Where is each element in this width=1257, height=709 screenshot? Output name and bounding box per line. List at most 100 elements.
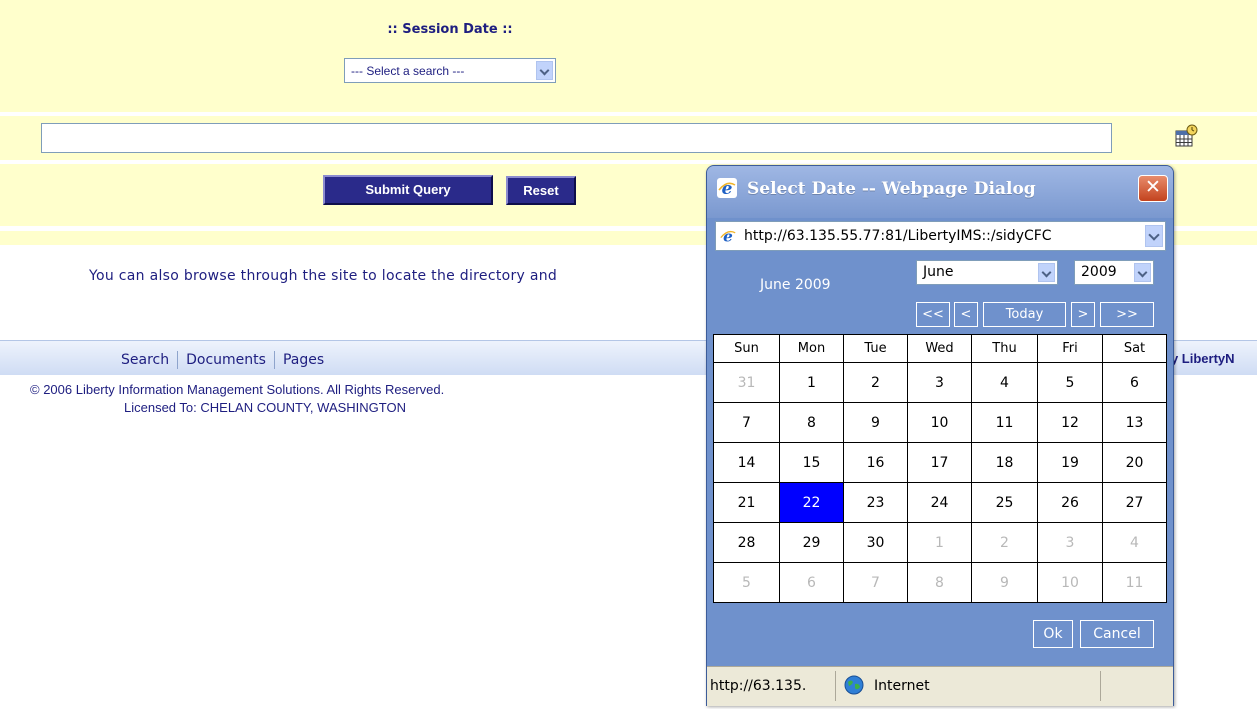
ok-button[interactable]: Ok [1033, 620, 1073, 648]
weekday-header: Fri [1037, 334, 1103, 363]
day-cell-other-month[interactable]: 4 [1102, 522, 1167, 563]
chevron-down-icon[interactable] [1038, 263, 1055, 282]
status-divider [1100, 671, 1101, 701]
select-date-dialog: e Select Date -- Webpage Dialog ✕ e http… [706, 165, 1174, 706]
next-month-button[interactable]: > [1071, 302, 1095, 327]
nav-link-pages[interactable]: Pages [283, 352, 324, 368]
reset-button[interactable]: Reset [506, 176, 576, 205]
close-button[interactable]: ✕ [1138, 175, 1168, 202]
svg-text:e: e [723, 228, 733, 244]
day-cell[interactable]: 19 [1037, 442, 1103, 483]
day-cell[interactable]: 29 [779, 522, 844, 563]
security-zone-text: Internet [874, 678, 930, 694]
nav-separator [177, 351, 179, 369]
week-row: 31 1 2 3 4 5 6 [713, 362, 1167, 403]
nav-link-documents[interactable]: Documents [186, 352, 266, 368]
calendar-grid: Sun Mon Tue Wed Thu Fri Sat 31 1 2 3 4 5… [713, 334, 1167, 603]
today-button[interactable]: Today [983, 302, 1066, 327]
day-cell-other-month[interactable]: 31 [713, 362, 780, 403]
nav-separator [273, 351, 275, 369]
day-cell-other-month[interactable]: 11 [1102, 562, 1167, 603]
day-cell-other-month[interactable]: 2 [971, 522, 1038, 563]
year-select[interactable]: 2009 [1074, 260, 1154, 285]
weekday-header: Sat [1102, 334, 1167, 363]
day-cell-selected[interactable]: 22 [779, 482, 844, 523]
day-cell-other-month[interactable]: 9 [971, 562, 1038, 603]
date-input[interactable] [41, 123, 1112, 153]
day-cell[interactable]: 23 [843, 482, 908, 523]
day-cell[interactable]: 21 [713, 482, 780, 523]
day-cell[interactable]: 17 [907, 442, 972, 483]
day-cell[interactable]: 11 [971, 402, 1038, 443]
address-text: http://63.135.55.77:81/LibertyIMS::/sidy… [744, 228, 1052, 244]
weekday-header: Wed [907, 334, 972, 363]
day-cell-other-month[interactable]: 1 [907, 522, 972, 563]
month-select-value: June [923, 264, 954, 280]
day-cell[interactable]: 30 [843, 522, 908, 563]
week-row: 7 8 9 10 11 12 13 [713, 402, 1167, 443]
nav-link-search[interactable]: Search [121, 352, 169, 368]
week-row: 21 22 23 24 25 26 27 [713, 482, 1167, 523]
day-cell[interactable]: 7 [713, 402, 780, 443]
session-date-title: :: Session Date :: [387, 22, 513, 37]
week-row: 14 15 16 17 18 19 20 [713, 442, 1167, 483]
address-bar[interactable]: e http://63.135.55.77:81/LibertyIMS::/si… [715, 221, 1166, 251]
day-cell[interactable]: 5 [1037, 362, 1103, 403]
day-cell[interactable]: 9 [843, 402, 908, 443]
day-cell[interactable]: 20 [1102, 442, 1167, 483]
day-cell[interactable]: 10 [907, 402, 972, 443]
day-cell-other-month[interactable]: 10 [1037, 562, 1103, 603]
weekday-header-row: Sun Mon Tue Wed Thu Fri Sat [713, 334, 1167, 363]
day-cell[interactable]: 4 [971, 362, 1038, 403]
search-panel [0, 0, 1257, 112]
day-cell[interactable]: 6 [1102, 362, 1167, 403]
day-cell[interactable]: 13 [1102, 402, 1167, 443]
nav-links: Search Documents Pages [121, 351, 324, 369]
day-cell-other-month[interactable]: 5 [713, 562, 780, 603]
day-cell-other-month[interactable]: 3 [1037, 522, 1103, 563]
globe-icon [844, 675, 864, 695]
calendar-grid-icon[interactable] [1175, 124, 1199, 148]
week-row: 5 6 7 8 9 10 11 [713, 562, 1167, 603]
copyright-text: © 2006 Liberty Information Management So… [30, 382, 445, 397]
day-cell[interactable]: 16 [843, 442, 908, 483]
month-year-label: June 2009 [760, 277, 831, 293]
day-cell[interactable]: 15 [779, 442, 844, 483]
day-cell[interactable]: 14 [713, 442, 780, 483]
day-cell[interactable]: 28 [713, 522, 780, 563]
month-select[interactable]: June [916, 260, 1058, 285]
licensed-text: Licensed To: CHELAN COUNTY, WASHINGTON [124, 400, 406, 415]
browse-text: You can also browse through the site to … [89, 268, 558, 284]
day-cell[interactable]: 25 [971, 482, 1038, 523]
weekday-header: Tue [843, 334, 908, 363]
day-cell[interactable]: 12 [1037, 402, 1103, 443]
svg-text:e: e [722, 179, 733, 198]
day-cell[interactable]: 24 [907, 482, 972, 523]
status-divider [835, 671, 836, 701]
prev-month-button[interactable]: < [954, 302, 978, 327]
day-cell[interactable]: 8 [779, 402, 844, 443]
day-cell-other-month[interactable]: 7 [843, 562, 908, 603]
day-cell-other-month[interactable]: 8 [907, 562, 972, 603]
day-cell-other-month[interactable]: 6 [779, 562, 844, 603]
ie-page-icon: e [720, 228, 736, 244]
dialog-titlebar[interactable]: e Select Date -- Webpage Dialog ✕ [707, 166, 1173, 218]
day-cell[interactable]: 18 [971, 442, 1038, 483]
submit-query-button[interactable]: Submit Query [323, 175, 493, 205]
cancel-button[interactable]: Cancel [1080, 620, 1154, 648]
prev-year-button[interactable]: << [916, 302, 950, 327]
day-cell[interactable]: 27 [1102, 482, 1167, 523]
day-cell[interactable]: 1 [779, 362, 844, 403]
chevron-down-icon[interactable] [1145, 225, 1163, 247]
day-cell[interactable]: 2 [843, 362, 908, 403]
chevron-down-icon[interactable] [1134, 263, 1151, 282]
chevron-down-icon[interactable] [536, 61, 553, 80]
day-cell[interactable]: 3 [907, 362, 972, 403]
day-cell[interactable]: 26 [1037, 482, 1103, 523]
next-year-button[interactable]: >> [1100, 302, 1154, 327]
weekday-header: Sun [713, 334, 780, 363]
year-select-value: 2009 [1081, 264, 1117, 280]
weekday-header: Thu [971, 334, 1038, 363]
search-select[interactable]: --- Select a search --- [344, 58, 556, 83]
ie-logo-icon: e [717, 178, 737, 198]
